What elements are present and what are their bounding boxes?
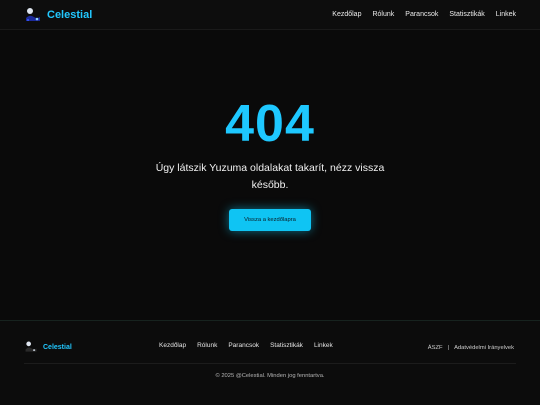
error-section: 404 Úgy látszik Yuzuma oldalakat takarít… [0,30,540,320]
footer-nav-commands[interactable]: Parancsok [228,342,259,349]
nav-links[interactable]: Linkek [496,11,516,18]
footer-nav-about[interactable]: Rólunk [197,342,217,349]
error-message: Úgy látszik Yuzuma oldalakat takarít, né… [155,162,385,191]
footer-nav: Kezdőlap Rólunk Parancsok Statisztikák L… [159,342,333,349]
nav-about[interactable]: Rólunk [372,11,394,18]
main-nav: Kezdőlap Rólunk Parancsok Statisztikák L… [332,11,516,18]
footer-legal: ÁSZF | Adatvédelmi Irányelvek [428,345,514,351]
nav-statistics[interactable]: Statisztikák [449,11,484,18]
error-code: 404 [225,95,315,153]
footer-divider [24,363,516,364]
privacy-policy-link[interactable]: Adatvédelmi Irányelvek [454,345,514,351]
footer-brand[interactable]: Celestial [24,340,72,354]
terms-link[interactable]: ÁSZF [428,345,443,351]
footer-nav-home[interactable]: Kezdőlap [159,342,186,349]
brand[interactable]: Celestial [24,6,92,24]
nav-commands[interactable]: Parancsok [405,11,438,18]
site-footer: Celestial Kezdőlap Rólunk Parancsok Stat… [0,320,540,405]
celestial-logo-icon [24,340,38,354]
brand-name: Celestial [47,8,93,21]
site-header: Celestial Kezdőlap Rólunk Parancsok Stat… [0,0,540,30]
legal-separator: | [447,345,450,351]
back-home-button[interactable]: Vissza a kezdőlapra [229,209,311,231]
nav-home[interactable]: Kezdőlap [332,11,361,18]
celestial-logo-icon [24,6,42,24]
footer-brand-name: Celestial [43,343,72,351]
footer-nav-statistics[interactable]: Statisztikák [270,342,303,349]
copyright: © 2025 @Celestial. Minden jog fenntartva… [215,373,325,379]
footer-nav-links[interactable]: Linkek [314,342,333,349]
